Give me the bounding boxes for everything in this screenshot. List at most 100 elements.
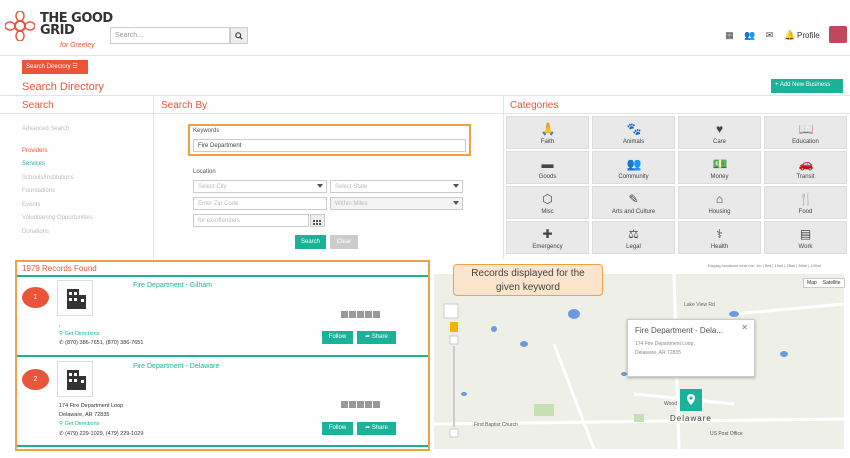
- get-directions-label: Get Directions: [64, 421, 100, 427]
- header-search-button[interactable]: [230, 27, 248, 44]
- keywords-input[interactable]: Fire Department: [193, 139, 466, 152]
- result-phone: ✆ (870) 386-7651, (870) 386-7651: [59, 340, 143, 346]
- zip-code-input[interactable]: Enter Zip Code: [193, 197, 327, 210]
- search-button[interactable]: Search: [295, 235, 326, 249]
- page-title: Search Directory: [22, 81, 104, 93]
- get-directions-link[interactable]: ⚲ Get Directions: [59, 331, 99, 337]
- miles-select[interactable]: Within Miles: [330, 197, 463, 210]
- state-select[interactable]: Select State: [330, 180, 463, 193]
- map-distance-options[interactable]: Display locations near me: 1m | 5mi | 10…: [708, 263, 821, 268]
- share-icon: ➦: [365, 425, 371, 431]
- chevron-down-icon: [453, 201, 459, 205]
- star-icon[interactable]: [365, 311, 372, 318]
- logo-wordmark[interactable]: THE GOOD GRID: [40, 12, 113, 37]
- category-faith[interactable]: 🙏 Faith: [506, 116, 589, 149]
- header-search-input[interactable]: Search...: [110, 27, 230, 44]
- sidebar-item-providers[interactable]: Providers: [22, 148, 47, 154]
- category-work[interactable]: ▤ Work: [764, 221, 847, 254]
- add-new-business-button[interactable]: + Add New Business: [771, 79, 843, 93]
- result-thumbnail[interactable]: [57, 361, 93, 397]
- annotation-callout: Records displayed for the given keyword: [453, 264, 603, 296]
- paw-icon: 🐾: [626, 122, 642, 136]
- star-icon[interactable]: [349, 401, 356, 408]
- result-thumbnail[interactable]: [57, 280, 93, 316]
- follow-button[interactable]: Follow: [322, 331, 353, 344]
- category-animals[interactable]: 🐾 Animals: [592, 116, 675, 149]
- profile-link[interactable]: Profile: [797, 31, 820, 40]
- title-row: [0, 76, 850, 96]
- sidebar-item-foundations[interactable]: Foundations: [22, 188, 55, 194]
- category-care[interactable]: ♥ Care: [678, 116, 761, 149]
- community-icon: 👥: [626, 157, 642, 171]
- section-categories-heading: Categories: [510, 100, 559, 111]
- users-icon[interactable]: 👥: [744, 30, 755, 40]
- map-pin-icon: ⚲: [59, 421, 64, 427]
- keyboard-button[interactable]: [310, 214, 325, 227]
- close-icon[interactable]: ✕: [741, 323, 748, 332]
- category-health[interactable]: ⚕ Health: [678, 221, 761, 254]
- ex-offender-input[interactable]: for ex-offenders: [193, 214, 309, 227]
- star-icon[interactable]: [373, 401, 380, 408]
- category-community[interactable]: 👥 Community: [592, 151, 675, 184]
- category-label: Animals: [622, 139, 645, 145]
- mail-icon[interactable]: ✉: [764, 30, 775, 40]
- share-button[interactable]: ➦ Share: [357, 331, 396, 344]
- share-icon: ➦: [365, 334, 371, 340]
- category-label: Housing: [708, 209, 731, 215]
- category-label: Faith: [540, 139, 555, 145]
- city-select-placeholder: Select City: [198, 184, 227, 190]
- sidebar-item-events[interactable]: Events: [22, 202, 40, 208]
- grid-icon[interactable]: ▦: [724, 30, 735, 40]
- map-type-toggle[interactable]: Map Satellite: [803, 278, 845, 288]
- category-education[interactable]: 📖 Education: [764, 116, 847, 149]
- result-title[interactable]: Fire Department - Gilham: [133, 282, 212, 289]
- star-icon[interactable]: [365, 401, 372, 408]
- get-directions-link[interactable]: ⚲ Get Directions: [59, 421, 99, 427]
- category-money[interactable]: 💵 Money: [678, 151, 761, 184]
- star-icon[interactable]: [341, 311, 348, 318]
- share-button[interactable]: ➦ Share: [357, 422, 396, 435]
- category-goods[interactable]: ▬ Goods: [506, 151, 589, 184]
- category-misc[interactable]: ⬡ Misc: [506, 186, 589, 219]
- search-directory-button[interactable]: Search Directory ☰: [22, 60, 88, 74]
- star-icon[interactable]: [357, 401, 364, 408]
- section-search-heading: Search: [22, 100, 54, 111]
- category-housing[interactable]: ⌂ Housing: [678, 186, 761, 219]
- result-number-badge: 1: [22, 287, 49, 308]
- map-type-map[interactable]: Map: [804, 279, 820, 287]
- sidebar-item-advanced-search[interactable]: Advanced Search: [22, 126, 69, 132]
- rating-stars[interactable]: [341, 401, 380, 408]
- avatar[interactable]: [829, 26, 847, 43]
- sidebar-item-schools[interactable]: Schools/Institutions: [22, 175, 74, 181]
- money-icon: 💵: [712, 157, 728, 171]
- star-icon[interactable]: [357, 311, 364, 318]
- follow-button[interactable]: Follow: [322, 422, 353, 435]
- sidebar-item-donations[interactable]: Donations: [22, 229, 49, 235]
- header-icon-group: ▦ 👥 ✉ 🔔: [724, 30, 795, 40]
- star-icon[interactable]: [341, 401, 348, 408]
- star-icon[interactable]: [349, 311, 356, 318]
- car-icon: 🚗: [798, 157, 814, 171]
- bell-icon[interactable]: 🔔: [784, 30, 795, 40]
- result-address: ,: [59, 322, 61, 328]
- column-divider: [503, 96, 504, 259]
- result-city: Delaware, AR 72835: [59, 412, 110, 418]
- category-legal[interactable]: ⚖ Legal: [592, 221, 675, 254]
- category-transit[interactable]: 🚗 Transit: [764, 151, 847, 184]
- map-marker-icon[interactable]: [680, 389, 702, 411]
- map-type-satellite[interactable]: Satellite: [820, 279, 844, 287]
- flower-logo-icon[interactable]: [5, 11, 35, 41]
- star-icon[interactable]: [373, 311, 380, 318]
- map-info-popup: Fire Department - Dela... 174 Fire Depar…: [627, 319, 755, 377]
- clear-button[interactable]: Clear: [330, 235, 358, 249]
- brush-icon: ✎: [628, 192, 639, 206]
- city-select[interactable]: Select City: [193, 180, 327, 193]
- category-food[interactable]: 🍴 Food: [764, 186, 847, 219]
- rating-stars[interactable]: [341, 311, 380, 318]
- category-arts-and-culture[interactable]: ✎ Arts and Culture: [592, 186, 675, 219]
- map-label-post-office: US Post Office: [710, 431, 743, 437]
- sidebar-item-services[interactable]: Services: [22, 161, 45, 167]
- category-emergency[interactable]: ✚ Emergency: [506, 221, 589, 254]
- result-title[interactable]: Fire Department - Delaware: [133, 363, 219, 370]
- sidebar-item-volunteering[interactable]: Volunteering Opportunities: [22, 215, 93, 221]
